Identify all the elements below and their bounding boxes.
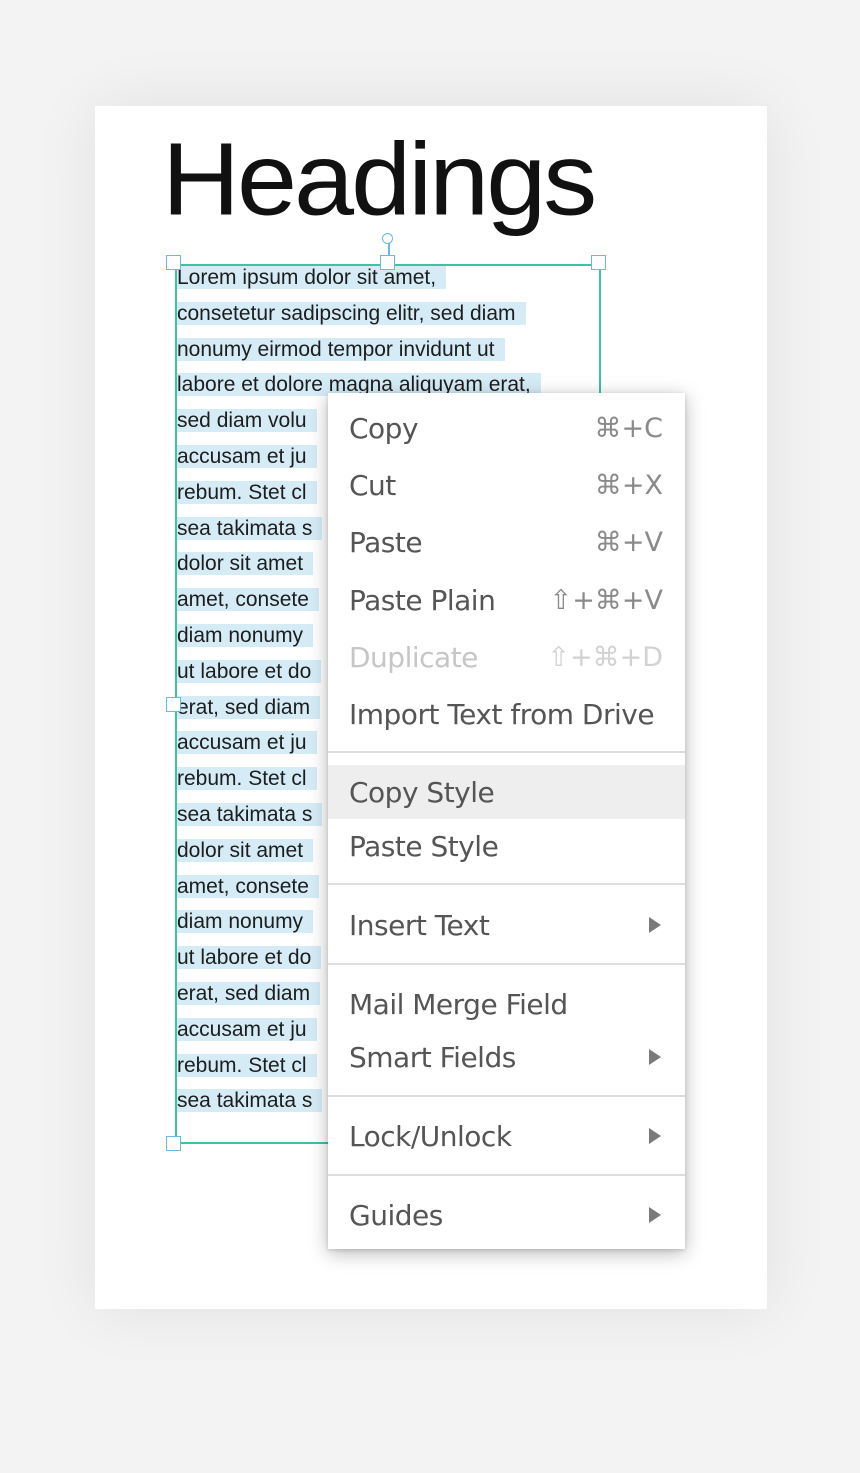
text-line: amet, consete [177, 874, 319, 898]
menu-item-label: Copy Style [349, 775, 495, 809]
menu-item-label: Guides [349, 1198, 443, 1232]
text-line: Lorem ipsum dolor sit amet, [177, 266, 447, 289]
menu-divider [328, 883, 685, 885]
menu-divider [328, 1174, 685, 1176]
text-line: ut labore et do [177, 659, 322, 683]
menu-item-guides[interactable]: Guides [328, 1188, 685, 1242]
menu-item-duplicate: Duplicate ⇧+⌘+D [328, 630, 685, 684]
shortcut-label: ⇧+⌘+D [547, 641, 663, 673]
text-line: rebum. Stet cl [177, 480, 317, 504]
submenu-arrow-icon [649, 1128, 661, 1144]
shortcut-label: ⇧+⌘+V [549, 584, 663, 616]
menu-item-cut[interactable]: Cut ⌘+X [328, 458, 685, 512]
text-line: erat, sed diam [177, 981, 321, 1005]
menu-item-label: Lock/Unlock [349, 1119, 512, 1153]
menu-item-insert-text[interactable]: Insert Text [328, 898, 685, 952]
menu-divider [328, 751, 685, 753]
menu-item-label: Copy [349, 411, 419, 445]
menu-item-label: Insert Text [349, 908, 490, 942]
menu-divider [328, 963, 685, 965]
menu-item-label: Paste Plain [349, 583, 496, 617]
menu-item-lock-unlock[interactable]: Lock/Unlock [328, 1109, 685, 1163]
text-line: sed diam volu [177, 409, 317, 433]
menu-item-label: Duplicate [349, 640, 478, 674]
context-menu: Copy ⌘+C Cut ⌘+X Paste ⌘+V Paste Plain ⇧… [328, 393, 685, 1249]
text-line: ut labore et do [177, 946, 322, 970]
submenu-arrow-icon [649, 917, 661, 933]
text-line: nonumy eirmod tempor invidunt ut [177, 337, 505, 361]
menu-item-mail-merge-field[interactable]: Mail Merge Field [328, 977, 685, 1031]
submenu-arrow-icon [649, 1049, 661, 1065]
resize-handle-top-center[interactable] [380, 255, 395, 270]
text-line: rebum. Stet cl [177, 1053, 317, 1077]
page-heading[interactable]: Headings [162, 128, 597, 231]
menu-item-copy[interactable]: Copy ⌘+C [328, 401, 685, 455]
menu-item-label: Paste [349, 525, 423, 559]
text-line: amet, consete [177, 588, 319, 612]
submenu-arrow-icon [649, 1207, 661, 1223]
menu-item-paste-style[interactable]: Paste Style [328, 819, 685, 873]
shortcut-label: ⌘+C [594, 412, 663, 444]
text-line: accusam et ju [177, 731, 317, 755]
menu-item-label: Import Text from Drive [349, 697, 655, 731]
resize-handle-top-left[interactable] [166, 255, 181, 270]
text-line: sea takimata s [177, 516, 323, 540]
menu-item-smart-fields[interactable]: Smart Fields [328, 1030, 685, 1084]
menu-item-label: Smart Fields [349, 1040, 516, 1074]
resize-handle-bottom-left[interactable] [166, 1136, 181, 1151]
shortcut-label: ⌘+X [594, 469, 663, 501]
text-line: accusam et ju [177, 1017, 317, 1041]
text-line: consetetur sadipscing elitr, sed diam [177, 301, 526, 325]
text-line: erat, sed diam [177, 695, 321, 719]
resize-handle-middle-left[interactable] [166, 697, 181, 712]
menu-item-copy-style[interactable]: Copy Style [328, 765, 685, 819]
text-line: diam nonumy [177, 910, 314, 934]
text-line: sea takimata s [177, 1089, 323, 1113]
menu-item-label: Mail Merge Field [349, 987, 568, 1021]
text-line: sea takimata s [177, 802, 323, 826]
text-line: dolor sit amet [177, 552, 314, 576]
text-line: dolor sit amet [177, 838, 314, 862]
menu-item-label: Cut [349, 468, 396, 502]
menu-item-label: Paste Style [349, 829, 499, 863]
text-line: diam nonumy [177, 623, 314, 647]
menu-divider [328, 1095, 685, 1097]
shortcut-label: ⌘+V [594, 526, 663, 558]
rotate-handle[interactable] [382, 233, 393, 244]
resize-handle-top-right[interactable] [591, 255, 606, 270]
menu-item-paste[interactable]: Paste ⌘+V [328, 515, 685, 569]
text-line: accusam et ju [177, 444, 317, 468]
menu-item-import-text-from-drive[interactable]: Import Text from Drive [328, 687, 685, 741]
text-line: rebum. Stet cl [177, 767, 317, 791]
menu-item-paste-plain[interactable]: Paste Plain ⇧+⌘+V [328, 573, 685, 627]
